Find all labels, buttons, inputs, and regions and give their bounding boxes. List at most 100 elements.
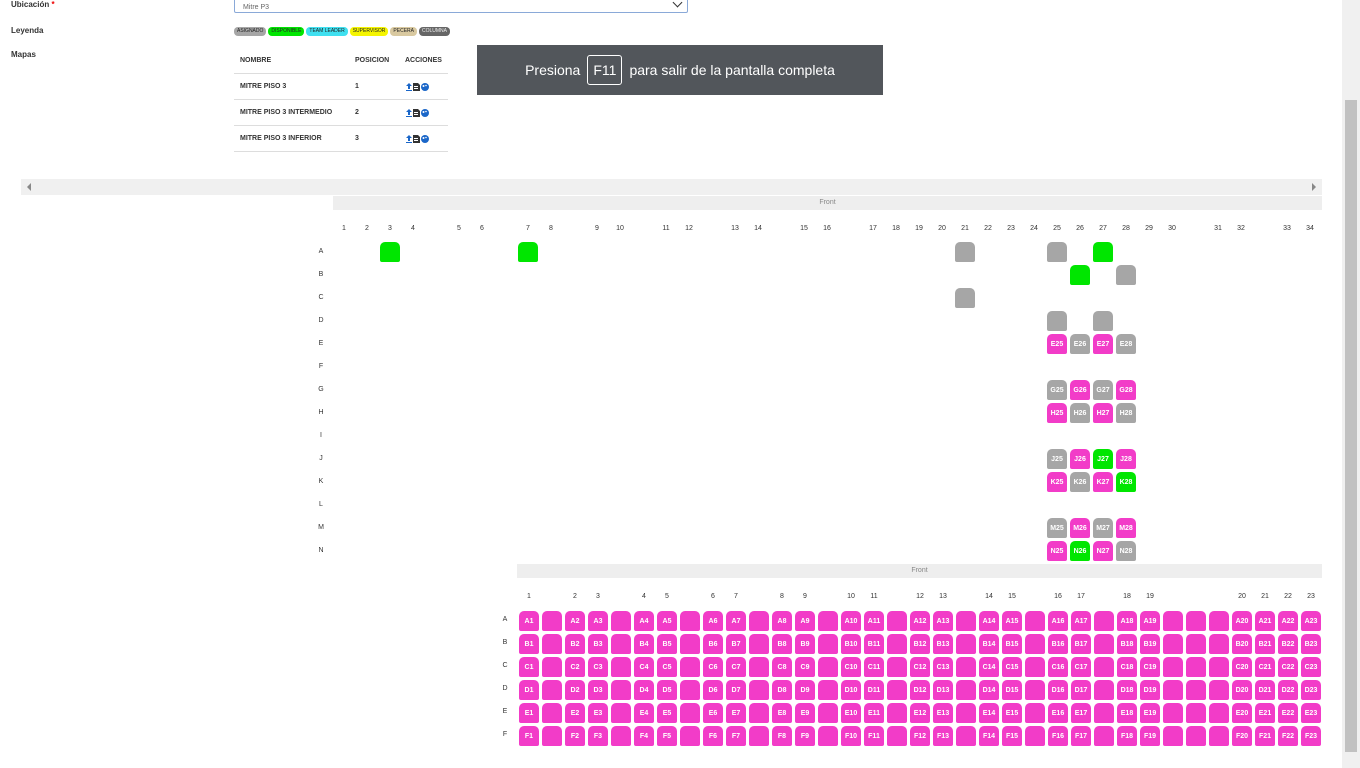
- seat[interactable]: [887, 611, 907, 631]
- seat[interactable]: F19: [1140, 726, 1160, 746]
- seat[interactable]: [956, 680, 976, 700]
- seat[interactable]: H28: [1116, 403, 1136, 423]
- seat[interactable]: E26: [1070, 334, 1090, 354]
- seat[interactable]: E4: [634, 703, 654, 723]
- seat[interactable]: [956, 611, 976, 631]
- seat[interactable]: D19: [1140, 680, 1160, 700]
- seat[interactable]: A21: [1255, 611, 1275, 631]
- seat[interactable]: F16: [1048, 726, 1068, 746]
- seat[interactable]: E1: [519, 703, 539, 723]
- seat[interactable]: K25: [1047, 472, 1067, 492]
- seat[interactable]: B21: [1255, 634, 1275, 654]
- seat[interactable]: B17: [1071, 634, 1091, 654]
- seat[interactable]: A14: [979, 611, 999, 631]
- seat[interactable]: E5: [657, 703, 677, 723]
- seat[interactable]: E3: [588, 703, 608, 723]
- seat[interactable]: D7: [726, 680, 746, 700]
- seat[interactable]: M26: [1070, 518, 1090, 538]
- seat[interactable]: D23: [1301, 680, 1321, 700]
- seat[interactable]: [887, 657, 907, 677]
- document-icon[interactable]: [413, 135, 420, 143]
- seat[interactable]: [1094, 611, 1114, 631]
- seat[interactable]: F3: [588, 726, 608, 746]
- seat[interactable]: C19: [1140, 657, 1160, 677]
- seat[interactable]: D20: [1232, 680, 1252, 700]
- seat[interactable]: B7: [726, 634, 746, 654]
- seat[interactable]: [1025, 726, 1045, 746]
- seat[interactable]: A1: [519, 611, 539, 631]
- seat[interactable]: [749, 657, 769, 677]
- seat[interactable]: [1094, 634, 1114, 654]
- seat[interactable]: E22: [1278, 703, 1298, 723]
- seat[interactable]: [1163, 703, 1183, 723]
- document-icon[interactable]: [413, 109, 420, 117]
- seat[interactable]: F20: [1232, 726, 1252, 746]
- seat[interactable]: [611, 726, 631, 746]
- seat[interactable]: [1094, 680, 1114, 700]
- seat[interactable]: [955, 288, 975, 308]
- seat[interactable]: D1: [519, 680, 539, 700]
- seat[interactable]: D5: [657, 680, 677, 700]
- seat[interactable]: E15: [1002, 703, 1022, 723]
- seat[interactable]: H27: [1093, 403, 1113, 423]
- seat[interactable]: A12: [910, 611, 930, 631]
- seat[interactable]: F18: [1117, 726, 1137, 746]
- seat[interactable]: C14: [979, 657, 999, 677]
- seat[interactable]: E14: [979, 703, 999, 723]
- seat[interactable]: [680, 657, 700, 677]
- seat[interactable]: E28: [1116, 334, 1136, 354]
- seat[interactable]: A16: [1048, 611, 1068, 631]
- seat[interactable]: D8: [772, 680, 792, 700]
- palette-icon[interactable]: [421, 109, 429, 117]
- seat[interactable]: K27: [1093, 472, 1113, 492]
- seat[interactable]: J25: [1047, 449, 1067, 469]
- seat[interactable]: C3: [588, 657, 608, 677]
- seat[interactable]: C15: [1002, 657, 1022, 677]
- seat[interactable]: B22: [1278, 634, 1298, 654]
- seat[interactable]: C18: [1117, 657, 1137, 677]
- seat[interactable]: [1209, 657, 1229, 677]
- seat[interactable]: B6: [703, 634, 723, 654]
- seat[interactable]: A5: [657, 611, 677, 631]
- seat[interactable]: [1209, 726, 1229, 746]
- seat[interactable]: B5: [657, 634, 677, 654]
- seat[interactable]: D10: [841, 680, 861, 700]
- seat[interactable]: M28: [1116, 518, 1136, 538]
- seat[interactable]: C11: [864, 657, 884, 677]
- seat[interactable]: [749, 634, 769, 654]
- seat[interactable]: C13: [933, 657, 953, 677]
- seat[interactable]: D13: [933, 680, 953, 700]
- seat[interactable]: A22: [1278, 611, 1298, 631]
- seat[interactable]: A11: [864, 611, 884, 631]
- seat[interactable]: [887, 703, 907, 723]
- seat[interactable]: E19: [1140, 703, 1160, 723]
- seat[interactable]: C5: [657, 657, 677, 677]
- seat[interactable]: [749, 680, 769, 700]
- palette-icon[interactable]: [421, 135, 429, 143]
- scroll-right-icon[interactable]: [1312, 183, 1316, 191]
- seat[interactable]: [380, 242, 400, 262]
- seat[interactable]: B16: [1048, 634, 1068, 654]
- seat[interactable]: [1186, 634, 1206, 654]
- seat[interactable]: [1186, 726, 1206, 746]
- seat[interactable]: E6: [703, 703, 723, 723]
- seat[interactable]: [887, 680, 907, 700]
- seat[interactable]: E11: [864, 703, 884, 723]
- seat[interactable]: A17: [1071, 611, 1091, 631]
- seat[interactable]: A18: [1117, 611, 1137, 631]
- seat[interactable]: D22: [1278, 680, 1298, 700]
- seat[interactable]: [542, 703, 562, 723]
- seat[interactable]: A19: [1140, 611, 1160, 631]
- palette-icon[interactable]: [421, 83, 429, 91]
- seat[interactable]: D6: [703, 680, 723, 700]
- seat[interactable]: C7: [726, 657, 746, 677]
- seat[interactable]: A4: [634, 611, 654, 631]
- seat[interactable]: [749, 703, 769, 723]
- seat[interactable]: A9: [795, 611, 815, 631]
- seat[interactable]: F13: [933, 726, 953, 746]
- seat[interactable]: [542, 657, 562, 677]
- seat[interactable]: C9: [795, 657, 815, 677]
- seat[interactable]: [518, 242, 538, 262]
- seat[interactable]: F10: [841, 726, 861, 746]
- seat[interactable]: G26: [1070, 380, 1090, 400]
